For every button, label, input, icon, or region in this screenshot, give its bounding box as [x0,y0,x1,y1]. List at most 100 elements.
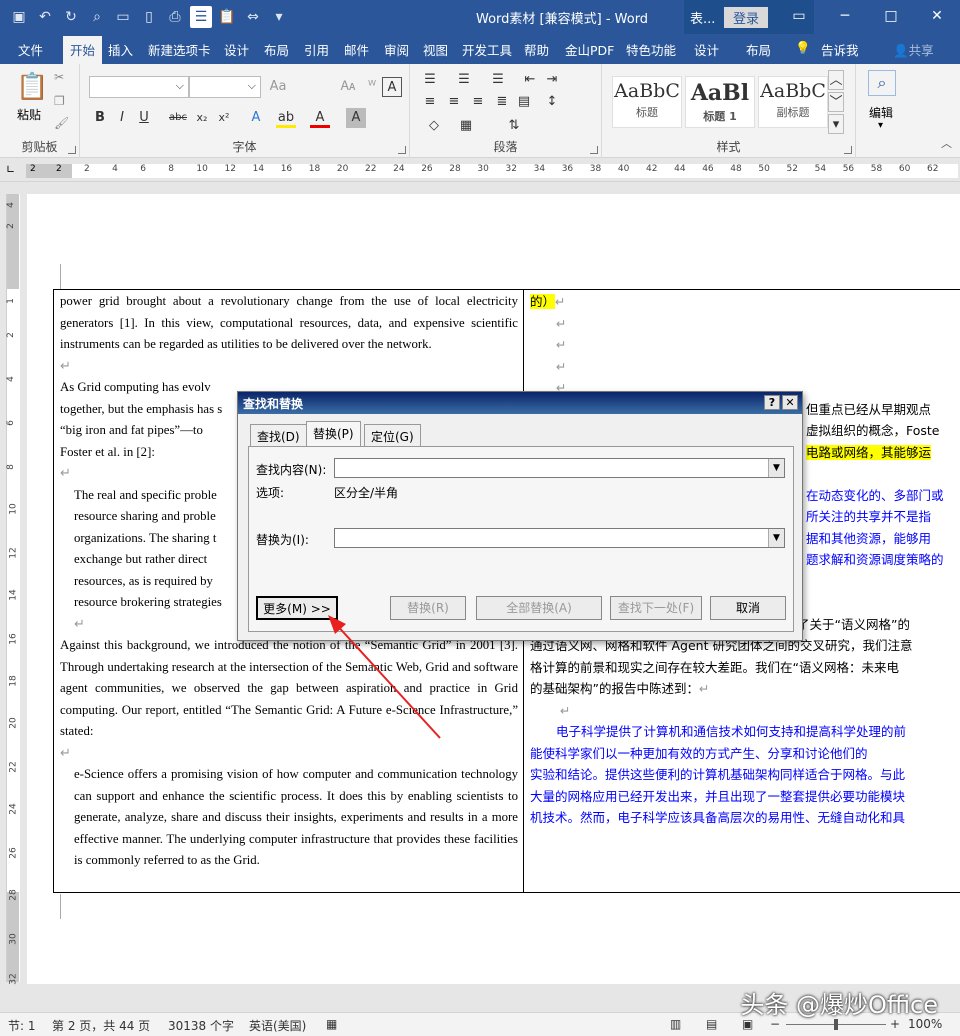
style-heading1[interactable]: AaBl 标题 1 [685,76,755,128]
tab-layout[interactable]: 布局 [264,40,289,59]
underline-icon[interactable]: U [134,108,154,128]
zoom-thumb[interactable] [834,1019,838,1030]
tab-home[interactable]: 开始 [63,36,103,64]
paste-icon[interactable]: 📋 [216,6,238,28]
ribbon-options-icon[interactable]: ▭ [776,0,822,32]
undo-icon[interactable]: ↶ [34,6,56,28]
language-indicator[interactable]: 英语(美国) [249,1017,306,1034]
text-effects-icon[interactable]: A [246,108,266,128]
cut-icon[interactable]: ✂ [54,70,64,84]
tab-review[interactable]: 审阅 [384,40,409,59]
tab-design[interactable]: 设计 [224,40,249,59]
tab-new[interactable]: 新建选项卡 [148,40,211,59]
section-indicator[interactable]: 节: 1 [8,1017,36,1034]
tab-selector-icon[interactable]: ∟ [6,163,15,176]
print-preview-icon[interactable]: ⌕ [86,6,108,28]
align-right-icon[interactable]: ≡ [468,92,488,112]
italic-icon[interactable]: I [112,108,132,128]
help-button[interactable]: ? [764,395,780,410]
replace-input[interactable]: ▼ [334,528,785,548]
subscript-icon[interactable]: x₂ [192,108,212,128]
highlight-icon[interactable]: ab [276,108,296,128]
chevron-down-icon[interactable]: ▼ [768,459,784,477]
superscript-icon[interactable]: x² [214,108,234,128]
copy-icon[interactable]: ❐ [54,94,65,108]
customize-icon[interactable]: ▾ [268,6,290,28]
line-spacing-icon[interactable]: ↕ [542,92,562,112]
vertical-ruler[interactable]: 4 2 1 2 4 6 8 10 12 14 16 18 20 22 24 26 28 30 32 [0,182,20,992]
chevron-down-icon[interactable]: ▼ [768,529,784,547]
increase-indent-icon[interactable]: ⇥ [542,70,562,90]
maximize-icon[interactable]: □ [868,0,914,32]
scroll-up-icon[interactable]: ︿ [828,70,844,90]
style-title[interactable]: AaBbC 标题 [612,76,682,128]
open-icon[interactable]: ▭ [112,6,134,28]
scroll-down-icon[interactable]: ﹀ [828,92,844,112]
font-launcher-icon[interactable] [398,146,406,154]
find-input[interactable]: ▼ [334,458,785,478]
phonetic-icon[interactable]: ᵂ [362,77,382,97]
close-icon[interactable]: ✕ [914,0,960,32]
find-next-button[interactable]: 查找下一处(F) [610,596,702,620]
strikethrough-icon[interactable]: abc [168,108,188,128]
distributed-icon[interactable]: ▤ [514,92,534,112]
macro-icon[interactable]: ▦ [326,1017,337,1031]
justify-icon[interactable]: ≣ [492,92,512,112]
paragraph-launcher-icon[interactable] [590,146,598,154]
bold-icon[interactable]: B [90,108,110,128]
cancel-button[interactable]: 取消 [710,596,786,620]
tab-file[interactable]: 文件 [18,40,43,59]
touch-mode-icon[interactable]: ⇔ [242,6,264,28]
sort-icon[interactable]: ⇅ [504,116,524,136]
shading-icon[interactable]: ◇ [424,116,444,136]
tab-references[interactable]: 引用 [304,40,329,59]
editing-label[interactable]: 编辑 [869,104,893,121]
font-color-icon[interactable]: A [310,108,330,128]
tab-replace[interactable]: 替换(P) [306,421,361,447]
styles-launcher-icon[interactable] [844,146,852,154]
search-icon[interactable]: ⌕ [868,70,896,96]
align-center-icon[interactable]: ≡ [444,92,464,112]
grow-font-icon[interactable]: Aa [268,77,288,97]
format-icon[interactable]: ☰ [190,6,212,28]
borders-icon[interactable]: ▦ [456,116,476,136]
login-button[interactable]: 登录 [724,7,769,28]
clipboard-launcher-icon[interactable] [68,146,76,154]
collapse-ribbon-icon[interactable]: ︿ [941,135,952,151]
share-button[interactable]: 👤共享 [893,40,934,59]
print-icon[interactable]: ⎙ [164,6,186,28]
font-size-combo[interactable]: ⌵ [189,76,261,98]
tab-mailings[interactable]: 邮件 [344,40,369,59]
font-name-combo[interactable]: ⌵ [89,76,189,98]
char-border-icon[interactable]: A [382,77,402,97]
replace-all-button[interactable]: 全部替换(A) [476,596,602,620]
print-layout-icon[interactable]: ▤ [706,1017,717,1031]
char-shading-icon[interactable]: A [346,108,366,128]
dialog-titlebar[interactable]: 查找和替换 [238,392,802,414]
tab-help[interactable]: 帮助 [524,40,549,59]
tab-view[interactable]: 视图 [423,40,448,59]
decrease-indent-icon[interactable]: ⇤ [520,70,540,90]
tell-me-box[interactable]: 告诉我 [821,40,859,59]
tab-find[interactable]: 查找(D) [250,424,307,446]
paste-label[interactable]: 粘贴 [17,106,41,123]
dialog-close-button[interactable]: ✕ [782,395,798,410]
tab-table-layout[interactable]: 布局 [746,40,771,59]
redo-icon[interactable]: ↻ [60,6,82,28]
tab-developer[interactable]: 开发工具 [462,40,512,59]
tab-table-design[interactable]: 设计 [694,40,719,59]
numbering-icon[interactable]: ☰ [454,70,474,90]
new-icon[interactable]: ▯ [138,6,160,28]
align-left-icon[interactable]: ≡ [420,92,440,112]
tab-pdf[interactable]: 金山PDF [565,40,614,59]
word-count[interactable]: 30138 个字 [168,1017,234,1034]
minimize-icon[interactable]: ─ [822,0,868,32]
paste-icon[interactable]: 📋 [16,72,48,102]
horizontal-ruler[interactable]: ∟ 2 2 2 4 6 8 10 12 14 16 18 20 22 24 26 28 30 32 34 36 38… [0,158,960,182]
bullets-icon[interactable]: ☰ [420,70,440,90]
read-mode-icon[interactable]: ▥ [670,1017,681,1031]
multilevel-icon[interactable]: ☰ [488,70,508,90]
format-painter-icon[interactable]: 🖌 [54,116,69,130]
tab-features[interactable]: 特色功能 [626,40,676,59]
tab-goto[interactable]: 定位(G) [364,424,421,446]
